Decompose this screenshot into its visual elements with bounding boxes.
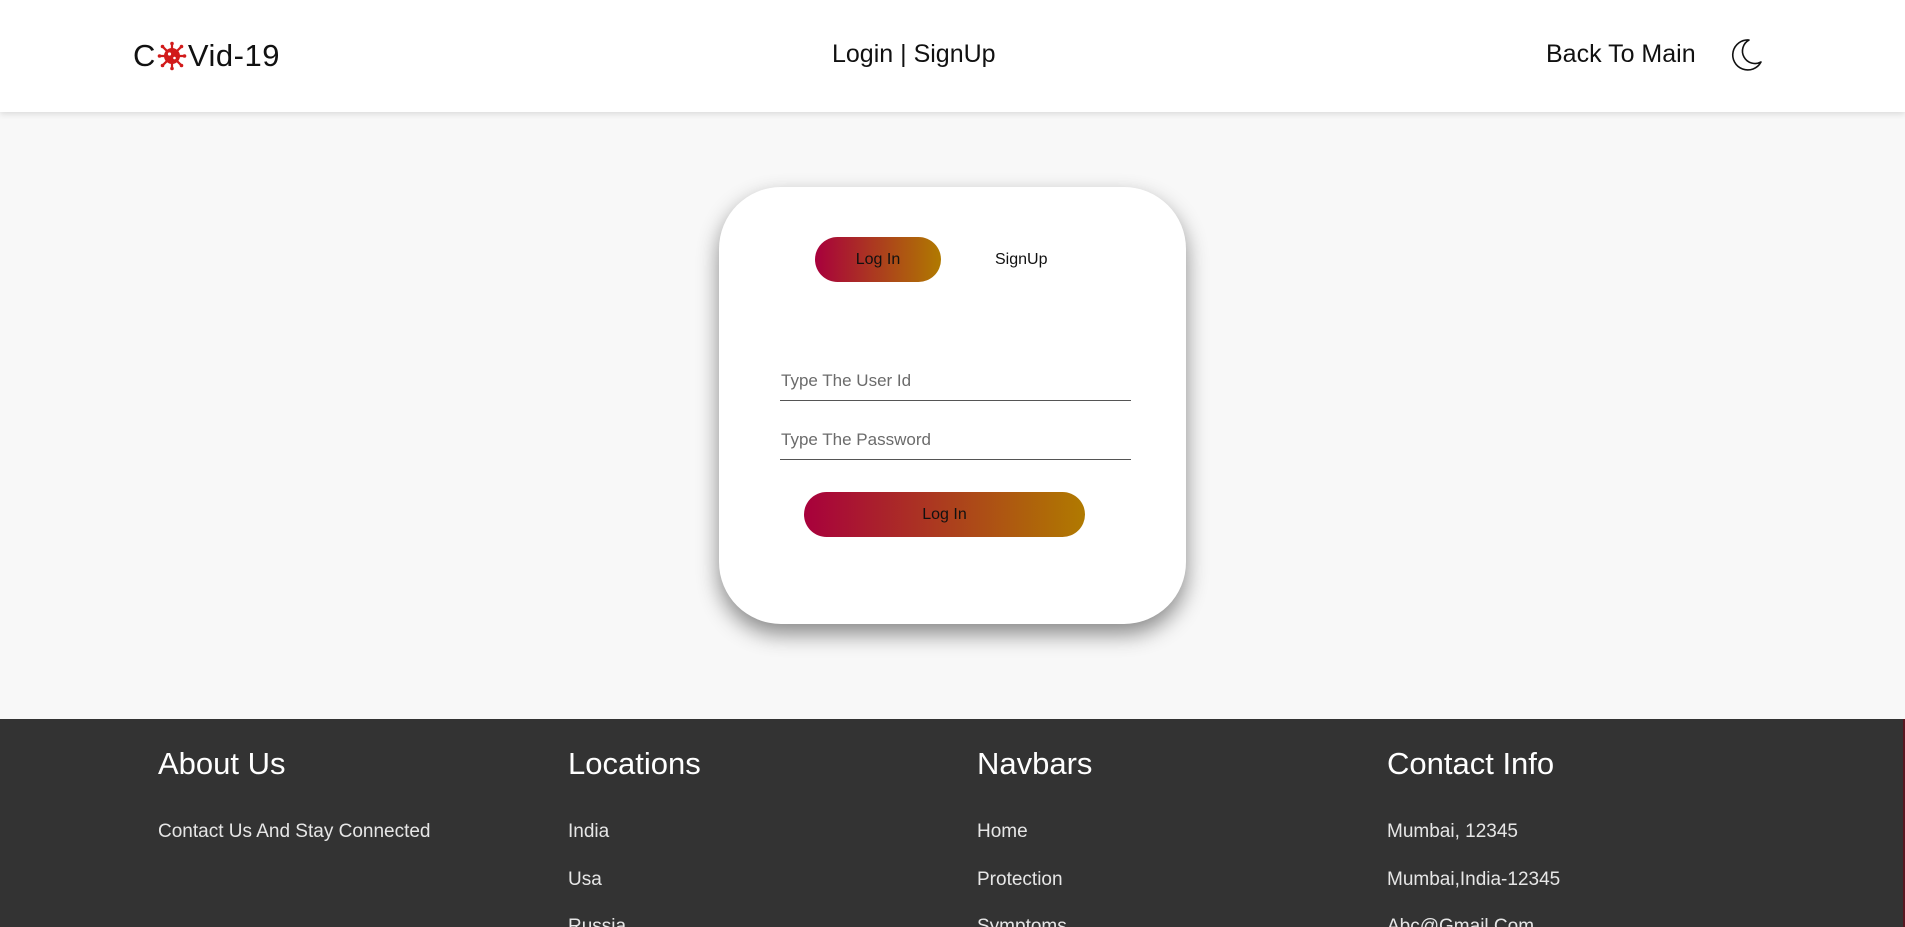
footer-locations-title: Locations (568, 746, 701, 781)
nav-signup-link[interactable]: SignUp (914, 40, 996, 68)
footer-nav-home-link[interactable]: Home (977, 821, 1028, 843)
back-to-main-link[interactable]: Back To Main (1546, 40, 1696, 69)
virus-icon (157, 41, 187, 71)
nav-login-link[interactable]: Login (832, 40, 893, 68)
footer-location-item[interactable]: Usa (568, 869, 602, 891)
tab-signup-button[interactable]: SignUp (972, 237, 1072, 282)
footer-contact-title: Contact Info (1387, 746, 1555, 781)
footer-nav-protection-link[interactable]: Protection (977, 869, 1063, 891)
footer-navbars-title: Navbars (977, 746, 1093, 781)
logo-prefix: C (133, 38, 156, 73)
login-card: Log In SignUp Log In (719, 187, 1186, 624)
footer-contact-item: Mumbai, 12345 (1387, 821, 1518, 842)
logo-suffix: Vid-19 (187, 38, 280, 73)
auth-nav: Login | SignUp (832, 40, 996, 69)
site-logo[interactable]: C Vid-19 (133, 38, 280, 74)
footer-contact-item: Mumbai,India-12345 (1387, 869, 1561, 890)
footer-nav-symptoms-link[interactable]: Symptoms (977, 916, 1067, 927)
footer-location-item[interactable]: Russia (568, 916, 626, 927)
site-footer: About Us Contact Us And Stay Connected L… (0, 719, 1905, 927)
footer-about-text: Contact Us And Stay Connected (158, 821, 431, 842)
footer-contact-email[interactable]: Abc@Gmail.Com (1387, 916, 1534, 927)
user-id-input[interactable] (780, 361, 1131, 401)
password-input[interactable] (780, 420, 1131, 460)
tab-login-button[interactable]: Log In (815, 237, 941, 282)
top-header: C Vid-19 Login | SignUp Back To Main (0, 0, 1905, 112)
moon-icon[interactable] (1727, 36, 1765, 74)
footer-about-title: About Us (158, 746, 286, 781)
nav-separator: | (900, 40, 907, 68)
login-submit-button[interactable]: Log In (804, 492, 1085, 537)
footer-location-item[interactable]: India (568, 821, 609, 843)
